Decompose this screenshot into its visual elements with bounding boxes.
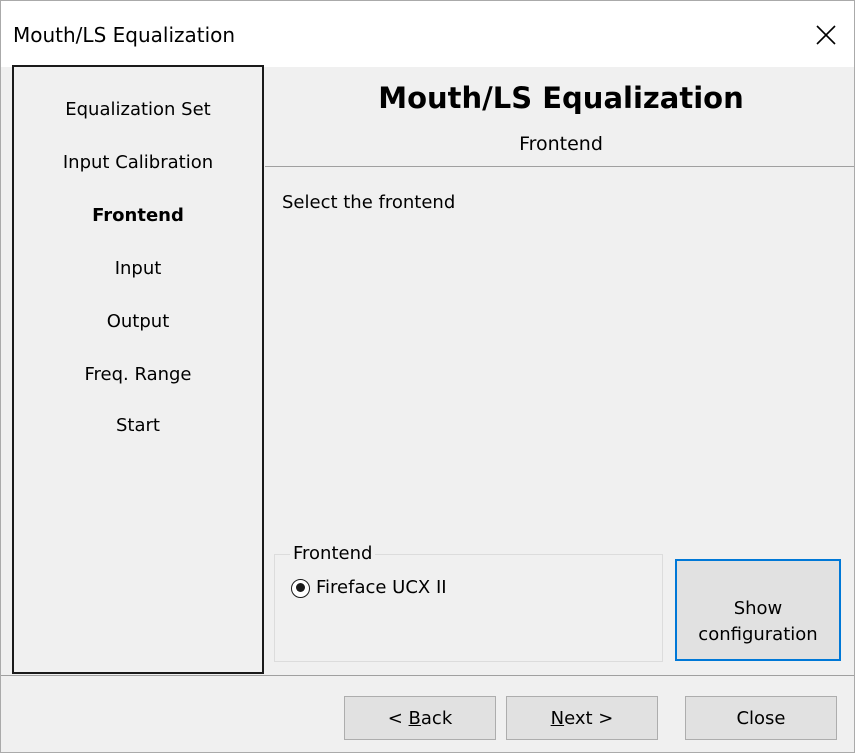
wizard-steps-panel: Equalization Set Input Calibration Front… <box>12 65 264 674</box>
back-label-accel: B <box>408 708 421 729</box>
step-start: Start <box>116 415 160 436</box>
window-close-button[interactable] <box>802 11 850 59</box>
show-configuration-label-line1: Show <box>733 597 783 619</box>
step-frontend: Frontend <box>92 205 184 226</box>
radio-selected-icon[interactable] <box>291 578 310 598</box>
next-button[interactable]: Next > <box>506 696 658 740</box>
step-equalization-set: Equalization Set <box>65 99 211 120</box>
title-bar: Mouth/LS Equalization <box>1 1 854 67</box>
show-configuration-button[interactable]: Show configuration <box>675 559 841 661</box>
show-configuration-label-line2: configuration <box>698 623 818 645</box>
step-freq-range: Freq. Range <box>84 364 192 385</box>
page-subtitle: Frontend <box>519 133 603 155</box>
close-button[interactable]: Close <box>685 696 837 740</box>
header-divider <box>265 166 854 167</box>
frontend-groupbox <box>274 554 663 662</box>
window-title: Mouth/LS Equalization <box>13 23 236 47</box>
next-label-rest: ext > <box>564 708 614 729</box>
close-icon <box>816 25 836 45</box>
step-input-calibration: Input Calibration <box>62 152 214 173</box>
page-title: Mouth/LS Equalization <box>378 81 744 115</box>
frontend-groupbox-label: Frontend <box>290 543 376 565</box>
frontend-option-fireface[interactable]: Fireface UCX II <box>291 575 447 601</box>
radio-dot <box>295 583 305 592</box>
wizard-window: Mouth/LS Equalization Equalization Set I… <box>0 0 855 753</box>
footer-divider <box>1 675 854 676</box>
back-label-rest: ack <box>420 708 453 729</box>
back-label-prefix: < <box>387 708 409 729</box>
frontend-option-label: Fireface UCX II <box>316 577 447 598</box>
step-output: Output <box>106 311 170 332</box>
back-button[interactable]: < Back <box>344 696 496 740</box>
instruction-text: Select the frontend <box>282 192 456 213</box>
next-label-accel: N <box>550 708 565 729</box>
step-input: Input <box>114 258 162 279</box>
